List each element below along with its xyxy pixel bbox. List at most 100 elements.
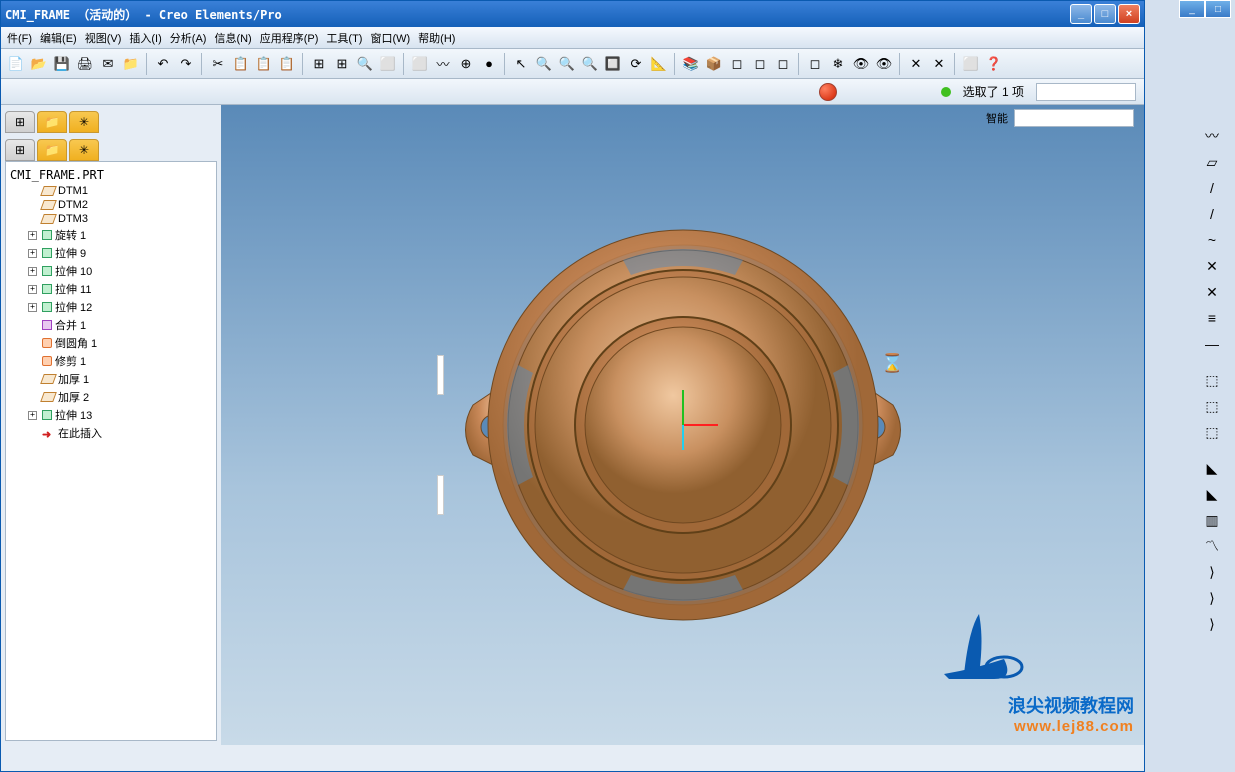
right-toolbar-button-15[interactable]: ◣ — [1199, 482, 1225, 506]
tree-item[interactable]: +旋转 1 — [10, 226, 212, 244]
tree-item[interactable]: +拉伸 11 — [10, 280, 212, 298]
model-tree[interactable]: CMI_FRAME.PRT DTM1DTM2DTM3+旋转 1+拉伸 9+拉伸 … — [5, 161, 217, 741]
toolbar-button-10[interactable]: 📋 — [253, 53, 275, 75]
toolbar-button-38[interactable]: ⬜ — [960, 53, 982, 75]
toolbar-button-9[interactable]: 📋 — [230, 53, 252, 75]
toolbar-button-16[interactable]: ⬜ — [409, 53, 431, 75]
toolbar-button-36[interactable]: ✕ — [905, 53, 927, 75]
tree-item[interactable]: DTM2 — [10, 198, 212, 212]
toolbar-button-6[interactable]: ↶ — [152, 53, 174, 75]
right-toolbar-button-19[interactable]: ⟩ — [1199, 586, 1225, 610]
toolbar-button-14[interactable]: 🔍 — [354, 53, 376, 75]
menu-file[interactable]: 件(F) — [3, 28, 36, 48]
tree-item[interactable]: +拉伸 10 — [10, 262, 212, 280]
right-toolbar-button-0[interactable]: 〰 — [1199, 124, 1225, 148]
toolbar-button-7[interactable]: ↷ — [175, 53, 197, 75]
tree-item[interactable]: 倒圆角 1 — [10, 334, 212, 352]
right-toolbar-button-2[interactable]: / — [1199, 176, 1225, 200]
expand-icon[interactable]: + — [28, 285, 37, 294]
toolbar-button-20[interactable]: ↖ — [510, 53, 532, 75]
toolbar-button-29[interactable]: ◻ — [726, 53, 748, 75]
toolbar-button-17[interactable]: 〰 — [432, 53, 454, 75]
right-toolbar-button-11[interactable]: ⬚ — [1199, 394, 1225, 418]
tree-item[interactable]: +拉伸 12 — [10, 298, 212, 316]
toolbar-button-0[interactable]: 📄 — [5, 53, 27, 75]
toolbar-button-24[interactable]: 🔲 — [602, 53, 624, 75]
menu-help[interactable]: 帮助(H) — [414, 28, 459, 48]
stop-icon[interactable] — [819, 83, 837, 101]
right-toolbar-button-5[interactable]: ✕ — [1199, 254, 1225, 278]
right-toolbar-button-6[interactable]: ✕ — [1199, 280, 1225, 304]
toolbar-button-35[interactable]: 👁 — [873, 53, 895, 75]
tree-item[interactable]: +拉伸 13 — [10, 406, 212, 424]
tree-item[interactable]: 加厚 1 — [10, 370, 212, 388]
expand-icon[interactable]: + — [28, 411, 37, 420]
maximize-button[interactable]: □ — [1094, 4, 1116, 24]
right-toolbar-button-10[interactable]: ⬚ — [1199, 368, 1225, 392]
expand-icon[interactable]: + — [28, 303, 37, 312]
smart-filter-input[interactable] — [1014, 109, 1134, 127]
right-toolbar-button-3[interactable]: / — [1199, 202, 1225, 226]
tree-item[interactable]: 加厚 2 — [10, 388, 212, 406]
menu-edit[interactable]: 编辑(E) — [36, 28, 81, 48]
toolbar-button-28[interactable]: 📦 — [703, 53, 725, 75]
expand-icon[interactable]: + — [28, 249, 37, 258]
right-toolbar-button-17[interactable]: 〽 — [1199, 534, 1225, 558]
tree-item[interactable]: DTM3 — [10, 212, 212, 226]
outer-maximize-button[interactable]: □ — [1205, 0, 1231, 18]
tree-item[interactable]: 合并 1 — [10, 316, 212, 334]
right-toolbar-button-16[interactable]: ▥ — [1199, 508, 1225, 532]
toolbar-button-23[interactable]: 🔍 — [579, 53, 601, 75]
toolbar-button-32[interactable]: ◻ — [804, 53, 826, 75]
toolbar-button-27[interactable]: 📚 — [680, 53, 702, 75]
outer-minimize-button[interactable]: _ — [1179, 0, 1205, 18]
toolbar-button-8[interactable]: ✂ — [207, 53, 229, 75]
toolbar-button-12[interactable]: ⊞ — [308, 53, 330, 75]
expand-icon[interactable]: + — [28, 267, 37, 276]
toolbar-button-33[interactable]: ❄ — [827, 53, 849, 75]
toolbar-button-19[interactable]: ● — [478, 53, 500, 75]
tab-tree-5[interactable]: 📁 — [37, 139, 67, 161]
right-toolbar-button-1[interactable]: ▱ — [1199, 150, 1225, 174]
right-toolbar-button-18[interactable]: ⟩ — [1199, 560, 1225, 584]
tree-root[interactable]: CMI_FRAME.PRT — [10, 166, 212, 184]
right-toolbar-button-20[interactable]: ⟩ — [1199, 612, 1225, 636]
toolbar-button-5[interactable]: 📁 — [120, 53, 142, 75]
toolbar-button-30[interactable]: ◻ — [749, 53, 771, 75]
menu-application[interactable]: 应用程序(P) — [256, 28, 323, 48]
expand-icon[interactable]: + — [28, 231, 37, 240]
menu-insert[interactable]: 插入(I) — [125, 28, 165, 48]
toolbar-button-15[interactable]: ⬜ — [377, 53, 399, 75]
toolbar-button-1[interactable]: 📂 — [28, 53, 50, 75]
tab-tree-4[interactable]: ⊞ — [5, 139, 35, 161]
tree-item[interactable]: ➜在此插入 — [10, 424, 212, 442]
menu-tools[interactable]: 工具(T) — [322, 28, 366, 48]
menu-window[interactable]: 窗口(W) — [366, 28, 414, 48]
toolbar-button-21[interactable]: 🔍 — [533, 53, 555, 75]
toolbar-button-11[interactable]: 📋 — [276, 53, 298, 75]
right-toolbar-button-4[interactable]: ~ — [1199, 228, 1225, 252]
toolbar-button-4[interactable]: ✉ — [97, 53, 119, 75]
tree-item[interactable]: DTM1 — [10, 184, 212, 198]
tree-item[interactable]: +拉伸 9 — [10, 244, 212, 262]
tab-tree-2[interactable]: 📁 — [37, 111, 67, 133]
toolbar-button-2[interactable]: 💾 — [51, 53, 73, 75]
toolbar-button-13[interactable]: ⊞ — [331, 53, 353, 75]
toolbar-button-34[interactable]: 👁 — [850, 53, 872, 75]
toolbar-button-3[interactable]: 🖨 — [74, 53, 96, 75]
tab-tree-3[interactable]: ✳ — [69, 111, 99, 133]
right-toolbar-button-14[interactable]: ◣ — [1199, 456, 1225, 480]
toolbar-button-37[interactable]: ✕ — [928, 53, 950, 75]
right-toolbar-button-7[interactable]: ≡ — [1199, 306, 1225, 330]
tab-tree-6[interactable]: ✳ — [69, 139, 99, 161]
toolbar-button-26[interactable]: 📐 — [648, 53, 670, 75]
tab-tree-1[interactable]: ⊞ — [5, 111, 35, 133]
right-toolbar-button-8[interactable]: — — [1199, 332, 1225, 356]
toolbar-button-39[interactable]: ❓ — [983, 53, 1005, 75]
menu-view[interactable]: 视图(V) — [81, 28, 126, 48]
minimize-button[interactable]: _ — [1070, 4, 1092, 24]
toolbar-button-18[interactable]: ⊕ — [455, 53, 477, 75]
toolbar-button-22[interactable]: 🔍 — [556, 53, 578, 75]
tree-item[interactable]: 修剪 1 — [10, 352, 212, 370]
toolbar-button-25[interactable]: ⟳ — [625, 53, 647, 75]
